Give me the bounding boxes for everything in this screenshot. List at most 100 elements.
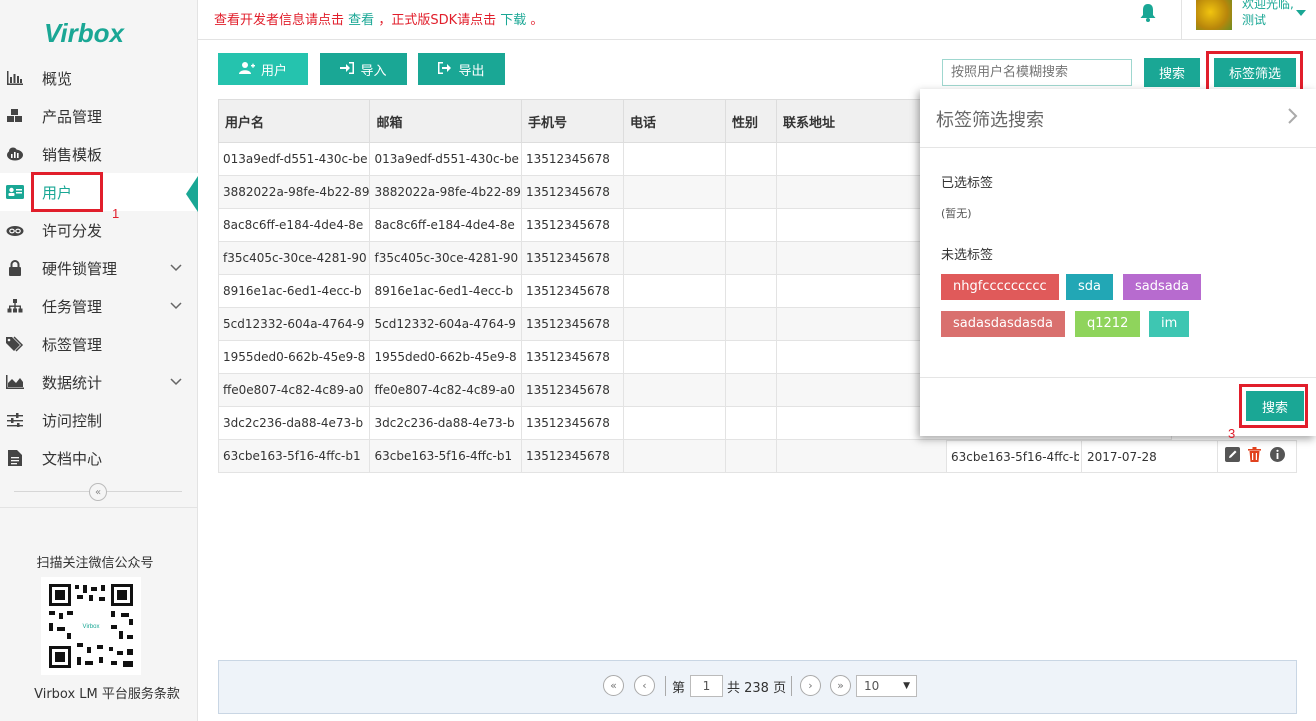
table-cell: 5cd12332-604a-4764-9: [369, 307, 522, 341]
qr-caption: 扫描关注微信公众号: [36, 556, 154, 571]
sidebar-item-label: 数据统计: [42, 373, 103, 392]
column-header[interactable]: 性别: [724, 99, 777, 143]
table-cell: 5cd12332-604a-4764-9: [217, 307, 371, 341]
edit-icon[interactable]: [1225, 447, 1240, 466]
infinity-cloud-icon: [5, 220, 25, 240]
sidebar-item-overview[interactable]: 概览: [0, 59, 198, 97]
sidebar-item-sales-templates[interactable]: 销售模板: [0, 135, 198, 173]
table-cell: [724, 439, 777, 473]
column-header[interactable]: 用户名: [217, 99, 371, 143]
search-button[interactable]: 搜索: [1144, 58, 1200, 87]
caret-down-icon[interactable]: [1296, 8, 1306, 19]
table-cell: [724, 373, 777, 407]
tag-chip[interactable]: q1212: [1075, 311, 1141, 337]
table-cell: [622, 340, 726, 374]
tag-chip[interactable]: im: [1149, 311, 1190, 337]
table-cell: 13512345678: [520, 175, 624, 209]
divider: [1181, 0, 1182, 40]
caret-down-icon: ▼: [903, 681, 910, 691]
table-cell: 63cbe163-5f16-4ffc-b1: [951, 449, 1079, 464]
first-page-icon[interactable]: «: [603, 675, 624, 696]
column-header[interactable]: 邮箱: [369, 99, 522, 143]
next-page-icon[interactable]: ›: [800, 675, 821, 696]
tag-chip[interactable]: sadsada: [1123, 274, 1201, 300]
welcome-text[interactable]: 欢迎光临, 测试: [1242, 0, 1294, 28]
page-number-input[interactable]: 1: [690, 675, 723, 697]
cloud-chart-icon: [5, 144, 25, 164]
sidebar-item-products[interactable]: 产品管理: [0, 97, 198, 135]
avatar[interactable]: [1196, 0, 1232, 30]
sidebar-item-label: 任务管理: [42, 297, 103, 316]
import-button[interactable]: 导入: [320, 53, 407, 85]
sidebar-item-statistics[interactable]: 数据统计: [0, 363, 198, 401]
add-user-button[interactable]: 用户: [218, 53, 308, 85]
table-cell: ffe0e807-4c82-4c89-a0: [369, 373, 522, 407]
table-cell: 13512345678: [520, 274, 624, 308]
table-cell: 3dc2c236-da88-4e73-b: [217, 406, 371, 440]
divider: [920, 377, 1316, 378]
download-link[interactable]: 下载: [500, 13, 526, 28]
search-input[interactable]: [942, 59, 1132, 86]
chevron-down-icon: [170, 299, 182, 313]
sidebar-item-label: 文档中心: [42, 449, 103, 468]
prev-page-icon[interactable]: ‹: [634, 675, 655, 696]
cubes-icon: [5, 106, 25, 126]
table-cell: 13512345678: [520, 241, 624, 275]
table-cell: [622, 175, 726, 209]
lock-icon: [5, 258, 25, 278]
sidebar-item-label: 产品管理: [42, 107, 103, 126]
info-icon[interactable]: [1270, 447, 1285, 466]
sidebar-item-license-dispatch[interactable]: 许可分发: [0, 211, 198, 249]
sign-in-icon: [340, 61, 355, 77]
annotation-number-1: 1: [112, 206, 120, 221]
table-cell: [724, 307, 777, 341]
table-cell: 8916e1ac-6ed1-4ecc-b: [217, 274, 371, 308]
column-header[interactable]: 手机号: [520, 99, 624, 143]
sidebar-item-docs[interactable]: 文档中心: [0, 439, 198, 477]
tag-chip[interactable]: nhgfccccccccc: [941, 274, 1059, 300]
table-cell: 3dc2c236-da88-4e73-b: [369, 406, 522, 440]
divider: [665, 676, 666, 696]
divider: [791, 676, 792, 696]
table-cell: ffe0e807-4c82-4c89-a0: [217, 373, 371, 407]
table-cell: 13512345678: [520, 439, 624, 473]
double-chevron-left-icon[interactable]: «: [89, 483, 107, 501]
table-cell: 2017-07-28: [1087, 449, 1157, 464]
column-header[interactable]: 电话: [622, 99, 726, 143]
tag-chip[interactable]: sda: [1066, 274, 1113, 300]
divider: [1217, 440, 1218, 473]
export-button[interactable]: 导出: [418, 53, 505, 85]
user-plus-icon: [238, 61, 255, 77]
page-size-select[interactable]: 10 ▼: [856, 675, 917, 697]
table-cell: [724, 340, 777, 374]
panel-title: 标签筛选搜索: [936, 110, 1044, 131]
sidebar-item-label: 标签管理: [42, 335, 103, 354]
last-page-icon[interactable]: »: [830, 675, 851, 696]
table-cell: f35c405c-30ce-4281-90: [369, 241, 522, 275]
chevron-right-icon[interactable]: [1288, 105, 1298, 129]
sitemap-icon: [5, 296, 25, 316]
table-cell: 13512345678: [520, 340, 624, 374]
sidebar-item-label: 销售模板: [42, 145, 103, 164]
bar-chart-icon: [5, 68, 25, 88]
table-cell: 13512345678: [520, 406, 624, 440]
selected-tags-empty: (暂无): [941, 207, 972, 220]
sidebar-item-tasks[interactable]: 任务管理: [0, 287, 198, 325]
table-cell: [724, 142, 777, 176]
app-logo[interactable]: Virbox: [44, 18, 124, 49]
tag-chip[interactable]: sadasdasdasda: [941, 311, 1065, 337]
svg-text:Virbox: Virbox: [83, 624, 100, 630]
table-cell: 63cbe163-5f16-4ffc-b1: [217, 439, 371, 473]
table-cell: [724, 175, 777, 209]
sidebar-item-tags[interactable]: 标签管理: [0, 325, 198, 363]
annotation-box-3: [1239, 384, 1308, 428]
sidebar-item-hardware-locks[interactable]: 硬件锁管理: [0, 249, 198, 287]
bell-icon[interactable]: [1140, 4, 1156, 26]
view-link[interactable]: 查看: [348, 13, 374, 28]
table-cell: [724, 241, 777, 275]
table-cell: 013a9edf-d551-430c-be: [217, 142, 371, 176]
trash-icon[interactable]: [1248, 447, 1261, 466]
table-cell: [724, 208, 777, 242]
sidebar-item-access-control[interactable]: 访问控制: [0, 401, 198, 439]
terms-link[interactable]: Virbox LM 平台服务条款: [0, 683, 214, 702]
